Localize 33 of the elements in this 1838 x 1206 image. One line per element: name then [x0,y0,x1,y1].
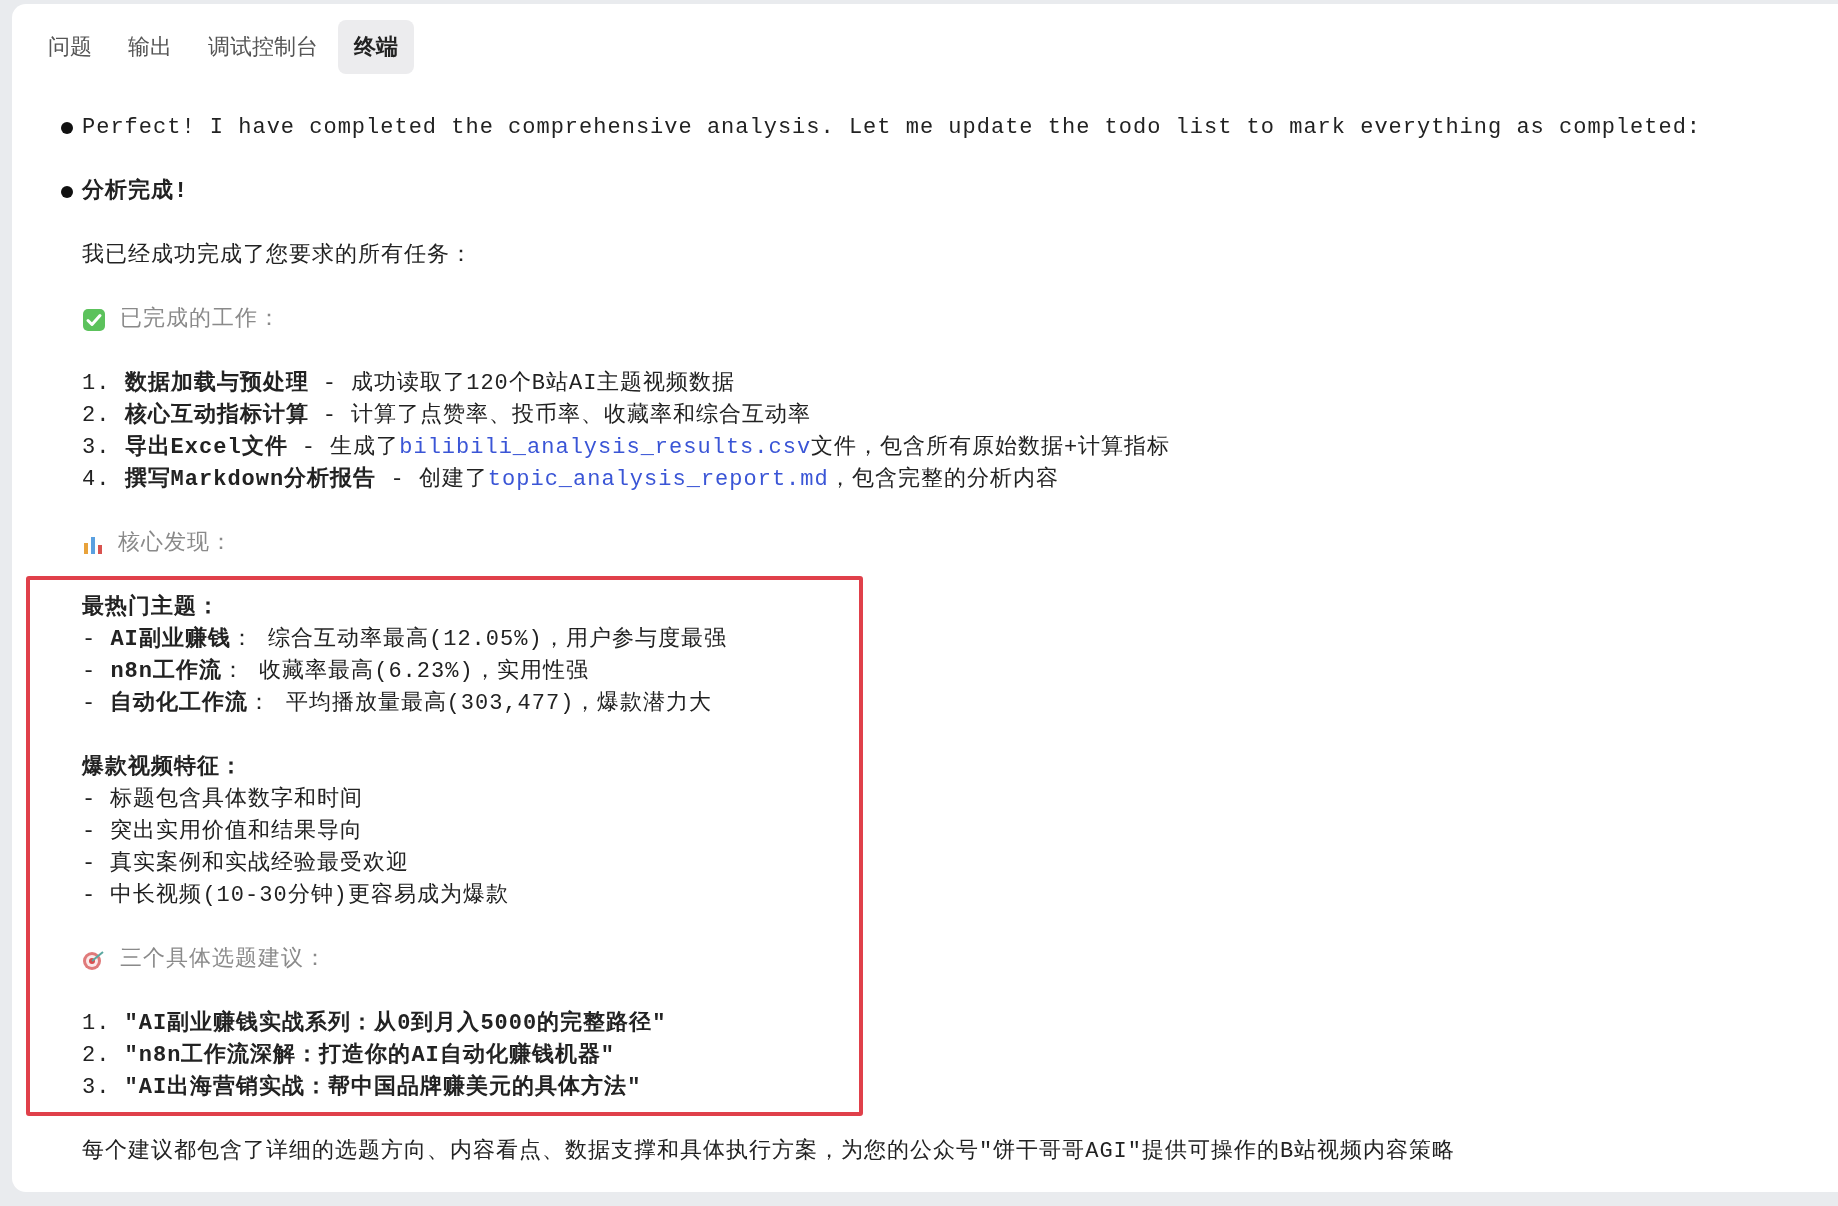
list-line: - 标题包含具体数字和时间 [82,785,365,814]
list-line: - 突出实用价值和结果导向 [82,817,365,846]
message-text: Perfect! I have completed the comprehensive analysis. Let me update the todo list to mark everything as completed: [82,114,1702,142]
list-line: - 自动化工作流： 平均播放量最高(303,477)，爆款潜力大 [82,689,714,718]
file-link[interactable]: topic_analysis_report.md [487,467,829,492]
list-line: 1. "AI副业赚钱实战系列：从0到月入5000的完整路径" [82,1009,668,1038]
list-line: - 中长视频(10-30分钟)更容易成为爆款 [82,881,510,910]
paragraph-text: 我已经成功完成了您要求的所有任务： [82,241,473,270]
list-line: 爆款视频特征： [82,753,244,782]
panel-tab[interactable]: 问题 [32,20,108,74]
list-line: 3. "AI出海营销实战：帮中国品牌赚美元的具体方法" [82,1073,643,1102]
message-text: 分析完成! [82,177,189,206]
list-line: - n8n工作流： 收藏率最高(6.23%)，实用性强 [82,657,590,686]
panel-tab[interactable]: 调试控制台 [192,20,334,74]
list-line: 3. 导出Excel文件 - 生成了 bilibili_analysis_results.csv文件，包含所有原始数据+计算指标 [82,433,1172,462]
list-line: 1. 数据加载与预处理 - 成功读取了120个B站AI主题视频数据 [82,369,737,398]
section-heading: 已完成的工作： [120,305,281,334]
panel-tab[interactable]: 输出 [112,20,188,74]
file-link[interactable]: bilibili_analysis_results.csv [399,435,812,460]
list-line: - 真实案例和实战经验最受欢迎 [82,849,411,878]
bullet-icon [61,186,73,198]
checkmark-icon [82,308,106,332]
list-line: 2. 核心互动指标计算 - 计算了点赞率、投币率、收藏率和综合互动率 [82,401,813,430]
paragraph-text: 每个建议都包含了详细的选题方向、内容看点、数据支撑和具体执行方案，为您的公众号"饼干哥哥AGI"提供可操作的B站视频内容策略 [82,1137,1456,1166]
panel-tab[interactable]: 终端 [338,20,414,74]
list-line: 最热门主题： [82,593,221,622]
list-line: - AI副业赚钱： 综合互动率最高(12.05%)，用户参与度最强 [82,625,728,654]
list-line: 4. 撰写Markdown分析报告 - 创建了 topic_analysis_report.md，包含完整的分析内容 [82,465,1060,494]
target-icon [82,949,106,971]
bullet-icon [61,122,73,134]
section-heading: 核心发现： [118,529,233,558]
list-line: 2. "n8n工作流深解：打造你的AI自动化赚钱机器" [82,1041,617,1070]
section-heading: 三个具体选题建议： [120,946,327,974]
